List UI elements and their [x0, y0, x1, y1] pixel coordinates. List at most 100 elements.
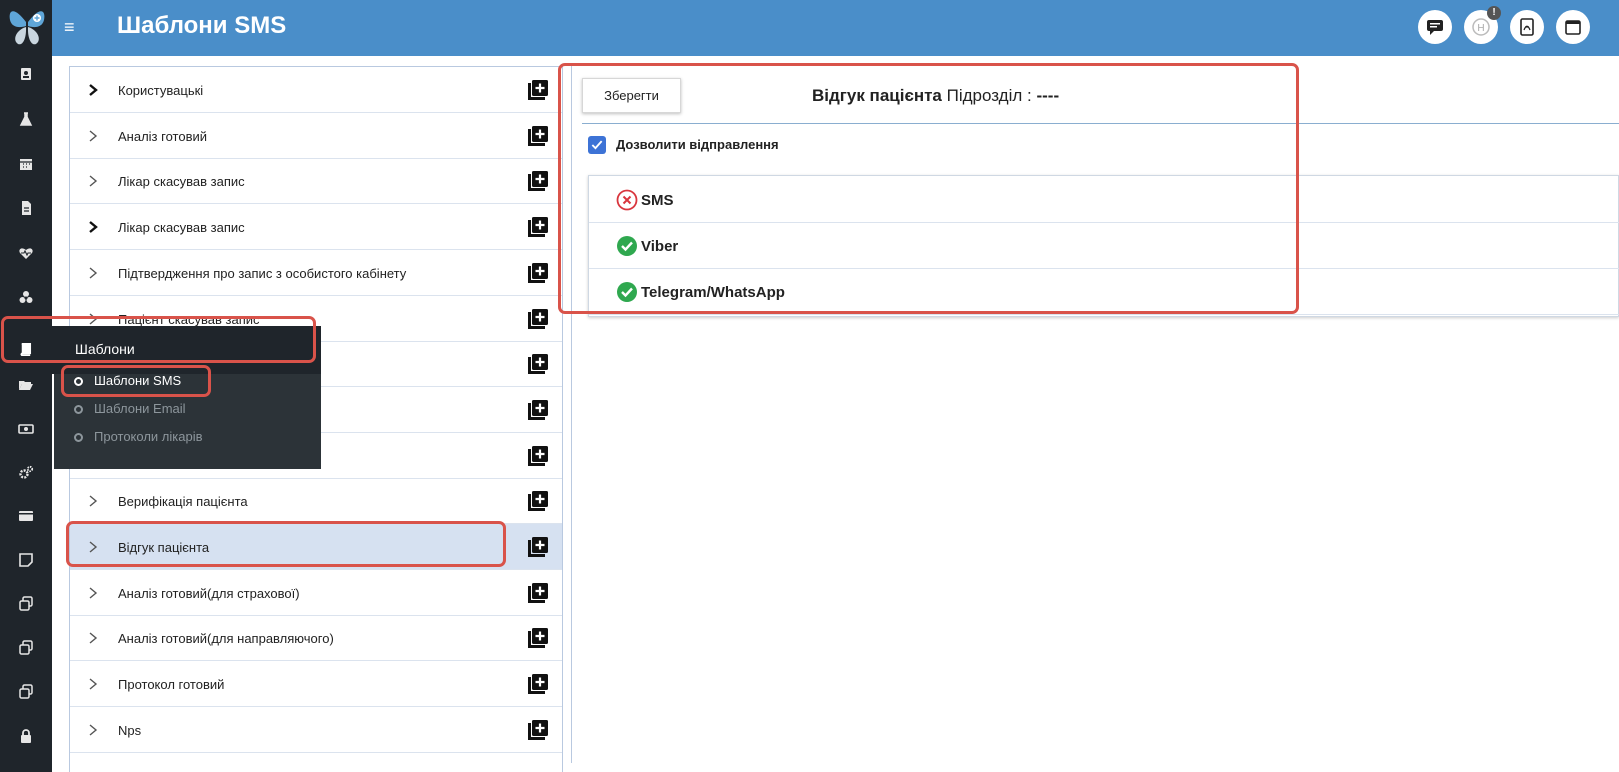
add-template-icon[interactable]: [527, 262, 549, 284]
template-row-label: Аналіз готовий(для направляючого): [118, 631, 334, 647]
template-row-label: Користувацькі: [118, 83, 204, 98]
calendar-icon[interactable]: [1556, 10, 1590, 44]
add-template-icon[interactable]: [527, 490, 549, 512]
add-template-icon[interactable]: [527, 79, 549, 101]
add-template-icon[interactable]: [527, 353, 549, 375]
flyout-header[interactable]: [0, 326, 321, 374]
template-row[interactable]: Верифікація пацієнта: [70, 478, 562, 525]
template-row[interactable]: Лікар скасував запис: [70, 158, 562, 205]
add-template-icon[interactable]: [527, 536, 549, 558]
add-template-icon[interactable]: [527, 170, 549, 192]
notification-badge: !: [1487, 6, 1501, 20]
sticky-note-icon[interactable]: [14, 548, 38, 572]
chevron-right-icon[interactable]: [86, 128, 100, 144]
channel-row[interactable]: Viber: [589, 222, 1619, 269]
add-template-icon[interactable]: [527, 216, 549, 238]
template-row[interactable]: Користувацькі: [70, 67, 562, 113]
template-row[interactable]: Nps: [70, 707, 562, 753]
save-button[interactable]: Зберегти: [582, 78, 681, 113]
folder-open-icon[interactable]: [14, 373, 38, 397]
address-book-icon[interactable]: [14, 62, 38, 86]
chevron-right-icon[interactable]: [86, 493, 100, 509]
allow-sending-label: Дозволити відправлення: [616, 137, 779, 152]
add-template-icon[interactable]: [527, 673, 549, 695]
check-circle-icon: [617, 282, 637, 302]
book-icon: [20, 343, 32, 356]
flyout-item[interactable]: Шаблони SMS: [74, 373, 181, 393]
calendar-icon[interactable]: [14, 152, 38, 176]
template-row-label: Пацієнт скасував запис: [118, 311, 260, 327]
channel-row[interactable]: SMS: [589, 176, 1619, 223]
template-row-label: Аналіз готовий: [118, 128, 207, 144]
chevron-right-icon[interactable]: [86, 722, 100, 738]
allow-sending-checkbox[interactable]: [588, 136, 606, 154]
money-icon[interactable]: [14, 417, 38, 441]
page-title: Шаблони SMS: [117, 12, 287, 39]
flyout-item-label: Шаблони SMS: [94, 373, 182, 388]
flyout-item[interactable]: Шаблони Email: [74, 401, 186, 421]
template-row[interactable]: Протокол готовий: [70, 661, 562, 708]
template-row-label: Відгук пацієнта: [118, 540, 210, 555]
lock-icon[interactable]: [14, 724, 38, 748]
template-row-label: Nps: [118, 722, 142, 738]
chevron-right-icon[interactable]: [86, 311, 100, 327]
biohazard-icon[interactable]: [14, 285, 38, 309]
template-row[interactable]: Аналіз готовий: [70, 113, 562, 159]
detail-panel: [571, 63, 1619, 763]
add-template-icon[interactable]: [527, 399, 549, 421]
chevron-right-icon[interactable]: [86, 265, 100, 281]
flyout-item[interactable]: Протоколи лікарів: [74, 429, 203, 449]
channel-row[interactable]: Telegram/WhatsApp: [589, 268, 1619, 315]
circle-icon: [74, 377, 83, 386]
template-name: Відгук пацієнта: [812, 86, 942, 105]
add-template-icon[interactable]: [527, 627, 549, 649]
add-template-icon[interactable]: [527, 719, 549, 741]
subdivision-label: Підрозділ :: [946, 86, 1032, 105]
template-row[interactable]: Аналіз готовий(для направляючого): [70, 615, 562, 662]
chevron-right-icon[interactable]: [86, 676, 100, 692]
heart-pulse-icon[interactable]: [14, 241, 38, 265]
chevron-right-icon[interactable]: [86, 585, 100, 601]
check-circle-icon: [617, 236, 637, 256]
flask-icon[interactable]: [14, 107, 38, 131]
channel-list: SMS Viber Telegram/WhatsApp: [588, 175, 1619, 317]
circle-icon: [74, 433, 83, 442]
copy-icon[interactable]: [14, 592, 38, 616]
flyout-title: Шаблони: [75, 341, 135, 357]
left-rail: [0, 0, 52, 772]
add-template-icon[interactable]: [527, 582, 549, 604]
add-template-icon[interactable]: [527, 125, 549, 147]
chevron-right-icon[interactable]: [86, 82, 100, 98]
document-icon[interactable]: [14, 196, 38, 220]
circle-icon: [74, 405, 83, 414]
template-row-label: Лікар скасував запис: [118, 174, 245, 190]
add-template-icon[interactable]: [527, 445, 549, 467]
template-row[interactable]: Лікар скасував запис: [70, 204, 562, 251]
template-row[interactable]: Відгук пацієнта: [70, 524, 562, 570]
hamburger-icon[interactable]: ≡: [64, 16, 86, 38]
butterfly-logo-icon[interactable]: [6, 4, 48, 48]
copy-icon[interactable]: [14, 680, 38, 704]
copy-icon[interactable]: [14, 636, 38, 660]
chevron-right-icon[interactable]: [86, 219, 100, 235]
channel-label: Telegram/WhatsApp: [641, 284, 785, 301]
top-header: ≡ Шаблони SMS: [52, 0, 1619, 56]
template-row[interactable]: Аналіз готовий(для страхової): [70, 570, 562, 616]
app-window: ≡ Шаблони SMS H ! Користувацькі Аналіз го…: [0, 0, 1619, 772]
chevron-right-icon[interactable]: [86, 539, 100, 555]
template-row-label: Верифікація пацієнта: [118, 494, 248, 510]
add-template-icon[interactable]: [527, 308, 549, 330]
divider: [582, 123, 1619, 124]
detail-title: Відгук пацієнта Підрозділ : ----: [812, 86, 1059, 106]
error-circle-icon: [616, 189, 638, 211]
template-row[interactable]: Підтвердження про запис з особистого каб…: [70, 250, 562, 296]
id-card-icon[interactable]: [14, 504, 38, 528]
pdf-icon[interactable]: [1510, 10, 1544, 44]
template-row-label: Підтвердження про запис з особистого каб…: [118, 265, 407, 281]
gears-icon[interactable]: [14, 461, 38, 485]
flyout-item-label: Шаблони Email: [94, 401, 186, 416]
channel-label: SMS: [641, 192, 674, 209]
chevron-right-icon[interactable]: [86, 173, 100, 189]
chat-icon[interactable]: [1418, 10, 1452, 44]
chevron-right-icon[interactable]: [86, 630, 100, 646]
